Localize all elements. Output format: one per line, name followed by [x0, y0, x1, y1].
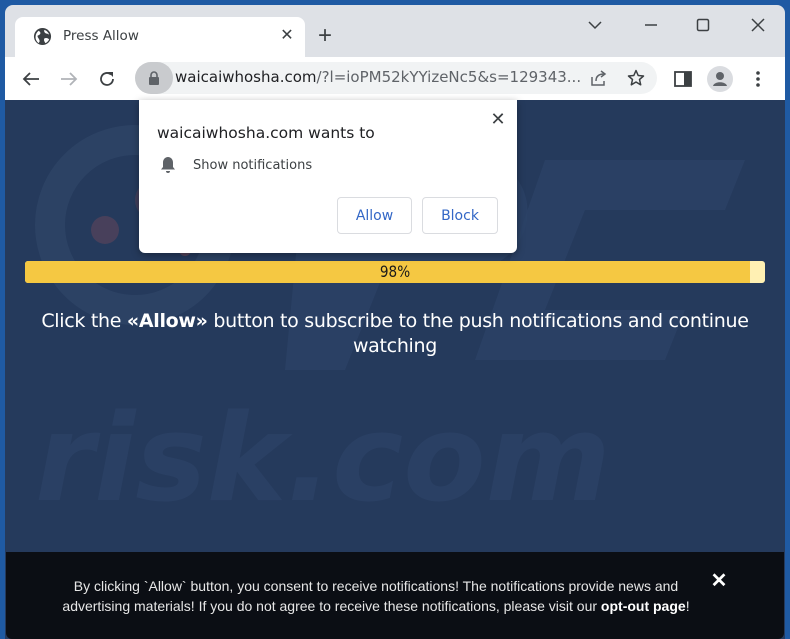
window-close-button[interactable]	[743, 13, 773, 37]
back-button[interactable]	[17, 65, 45, 93]
permission-label: Show notifications	[193, 158, 313, 173]
headline-text-after: button to subscribe to the push notifica…	[207, 310, 749, 357]
progress-bar: 98%	[25, 261, 765, 283]
consent-text: By clicking `Allow` button, you consent …	[46, 576, 706, 616]
chevron-down-icon	[588, 21, 602, 30]
consent-text-end: !	[685, 598, 690, 614]
headline-text-before: Click the	[41, 310, 127, 332]
footer-close-button[interactable]: ✕	[708, 570, 730, 592]
arrow-right-icon	[61, 72, 78, 86]
forward-button[interactable]	[55, 65, 83, 93]
profile-button[interactable]	[706, 65, 734, 93]
tab-close-button[interactable]: ✕	[277, 26, 297, 46]
browser-toolbar: waicaiwhosha.com/?l=ioPM52kYYizeNc5&s=12…	[5, 57, 785, 100]
tab-title: Press Allow	[63, 28, 139, 44]
address-bar[interactable]: waicaiwhosha.com/?l=ioPM52kYYizeNc5&s=12…	[135, 62, 657, 94]
browser-window: Press Allow ✕ + waicaiwhosha.com/?l=ioPM…	[5, 5, 785, 639]
tab-active[interactable]: Press Allow ✕	[15, 17, 305, 57]
menu-button[interactable]	[744, 65, 772, 93]
share-button[interactable]	[587, 66, 611, 90]
consent-text-body: By clicking `Allow` button, you consent …	[62, 578, 679, 614]
instruction-headline: Click the «Allow» button to subscribe to…	[25, 309, 765, 359]
popup-title: waicaiwhosha.com wants to	[157, 124, 375, 142]
new-tab-button[interactable]: +	[313, 24, 337, 49]
headline-allow-emphasis: «Allow»	[126, 310, 208, 332]
kebab-menu-icon	[756, 71, 760, 87]
close-icon	[751, 18, 765, 32]
arrow-left-icon	[22, 72, 39, 86]
allow-button[interactable]: Allow	[337, 197, 412, 234]
share-icon	[591, 70, 607, 86]
progress-label: 98%	[379, 262, 411, 281]
globe-icon	[33, 27, 52, 46]
minimize-icon	[645, 24, 657, 26]
reload-button[interactable]	[93, 65, 121, 93]
url-path: /?l=ioPM52kYYizeNc5&s=129343...	[316, 68, 582, 86]
avatar-icon	[707, 66, 733, 92]
svg-text:risk.com: risk.com	[35, 390, 611, 529]
minimize-button[interactable]	[636, 13, 666, 37]
popup-close-button[interactable]: ✕	[487, 108, 509, 130]
side-panel-button[interactable]	[669, 65, 697, 93]
opt-out-link[interactable]: opt-out page	[601, 598, 686, 614]
bell-icon	[161, 157, 175, 173]
side-panel-icon	[674, 71, 692, 87]
bookmark-button[interactable]	[624, 66, 648, 90]
tab-search-button[interactable]	[580, 13, 610, 37]
block-button[interactable]: Block	[422, 197, 498, 234]
url-text[interactable]: waicaiwhosha.com/?l=ioPM52kYYizeNc5&s=12…	[175, 68, 581, 86]
notification-permission-popup: ✕ waicaiwhosha.com wants to Show notific…	[139, 100, 517, 253]
maximize-button[interactable]	[688, 13, 718, 37]
star-icon	[627, 69, 645, 86]
reload-icon	[100, 72, 114, 86]
url-domain: waicaiwhosha.com	[175, 68, 317, 86]
consent-footer: By clicking `Allow` button, you consent …	[6, 552, 784, 639]
tab-strip: Press Allow ✕ +	[5, 5, 785, 57]
maximize-icon	[696, 18, 710, 32]
lock-icon	[149, 71, 159, 85]
site-info-button[interactable]	[135, 62, 173, 94]
